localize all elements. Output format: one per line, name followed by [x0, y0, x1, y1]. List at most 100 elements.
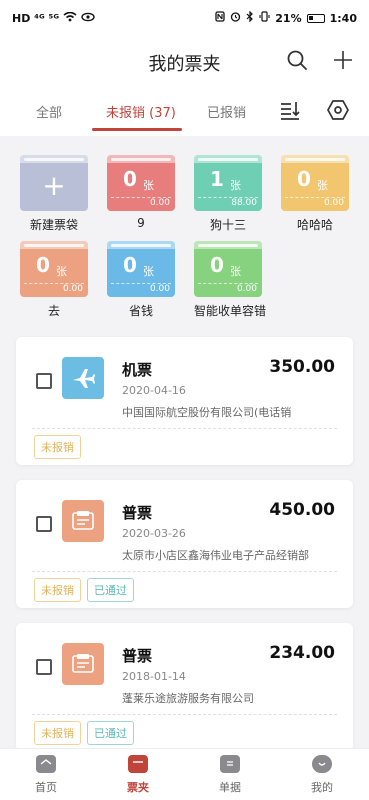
folder-amount: 0.00 [323, 198, 344, 208]
folder-strip-line [111, 158, 171, 161]
card-divider [32, 714, 337, 715]
status-badge-unreported: 未报销 [34, 578, 81, 602]
folder-count: 0 [210, 253, 224, 277]
nav-label: 我的 [311, 781, 333, 794]
ticket-card[interactable]: 机票 350.00 2020-04-16 中国国际航空股份有限公司(电话销 未报… [16, 337, 353, 465]
eye-icon [81, 12, 95, 25]
folder-count: 0 [36, 253, 50, 277]
profile-icon [312, 755, 332, 773]
folder-name: 省钱 [128, 304, 153, 318]
folder-card: 0 张 0.00 [281, 155, 349, 211]
ticket-amount: 234.00 [269, 643, 335, 663]
sort-button[interactable] [276, 98, 304, 126]
folder-name: 哈哈哈 [296, 218, 333, 232]
folder-item[interactable]: 0 张 0.00 去 [20, 241, 88, 319]
sort-icon [279, 99, 301, 125]
airplane-icon [62, 357, 104, 399]
status-badge-unreported: 未报销 [34, 435, 81, 459]
folder-strip-line [198, 244, 258, 247]
invoice-icon [62, 500, 104, 542]
ticket-date: 2020-03-26 [122, 527, 186, 540]
network-label: HD ⁴ᴳ ⁵ᴳ [12, 11, 60, 25]
clock: 1:40 [329, 11, 357, 25]
filter-tabs: 全部 未报销 (37) 已报销 [0, 88, 369, 136]
folder-new[interactable]: + 新建票袋 [20, 155, 88, 233]
folder-amount: 0.00 [62, 284, 83, 294]
battery-percent: 21% [275, 11, 302, 25]
folder-count: 0 [297, 167, 311, 191]
folder-strip-line [24, 244, 84, 247]
ticket-type: 普票 [122, 504, 153, 522]
status-badge-passed: 已通过 [87, 578, 134, 602]
app-header: 我的票夹 [0, 36, 369, 88]
ticket-card[interactable]: 普票 234.00 2018-01-14 蓬莱乐途旅游服务有限公司 未报销 已通… [16, 623, 353, 751]
select-checkbox[interactable] [36, 516, 52, 532]
signal-indicators: HD ⁴ᴳ ⁵ᴳ [12, 11, 95, 25]
search-button[interactable] [283, 48, 311, 76]
status-badges: 未报销 [34, 435, 81, 459]
folder-unit: 张 [56, 265, 67, 278]
folder-amount: 0.00 [149, 198, 170, 208]
folder-strip-line [198, 158, 258, 161]
folder-item[interactable]: 0 张 0.00 9 [107, 155, 175, 230]
card-divider [32, 571, 337, 572]
folder-item[interactable]: 0 张 0.00 省钱 [107, 241, 175, 319]
folder-unit: 张 [230, 179, 241, 192]
folder-card: 1 张 88.00 [194, 155, 262, 211]
folder-amount: 0.00 [236, 284, 257, 294]
nav-ticket-folder[interactable]: 票夹 [108, 755, 168, 795]
folder-unit: 张 [143, 265, 154, 278]
alarm-icon [230, 11, 241, 25]
settings-hex-icon [326, 98, 350, 126]
ticket-date: 2018-01-14 [122, 670, 186, 683]
add-button[interactable] [329, 48, 357, 76]
tab-unreported[interactable]: 未报销 (37) [106, 102, 176, 121]
search-icon [286, 49, 308, 75]
nav-profile[interactable]: 我的 [292, 755, 352, 795]
status-badge-unreported: 未报销 [34, 721, 81, 745]
ticket-card[interactable]: 普票 450.00 2020-03-26 太原市小店区鑫海伟业电子产品经销部 未… [16, 480, 353, 608]
ticket-company: 蓬莱乐途旅游服务有限公司 [122, 692, 254, 705]
folder-name: 智能收单容错 [194, 304, 267, 318]
active-tab-indicator [92, 128, 182, 131]
select-checkbox[interactable] [36, 659, 52, 675]
status-badges: 未报销 已通过 [34, 721, 134, 745]
folder-card: 0 张 0.00 [107, 155, 175, 211]
tab-reported[interactable]: 已报销 [207, 102, 246, 121]
tab-all[interactable]: 全部 [36, 102, 62, 121]
folder-name: 狗十三 [209, 218, 246, 232]
ticket-amount: 350.00 [269, 357, 335, 377]
settings-button[interactable] [324, 98, 352, 126]
folder-card: + [20, 155, 88, 211]
folder-card: 0 张 0.00 [20, 241, 88, 297]
vibrate-icon [259, 11, 270, 25]
folder-item[interactable]: 0 张 0.00 智能收单容错 [194, 241, 267, 319]
folder-unit: 张 [143, 179, 154, 192]
folder-count: 1 [210, 167, 224, 191]
folder-amount: 0.00 [149, 284, 170, 294]
battery-icon [306, 13, 325, 23]
folder-count: 0 [123, 253, 137, 277]
ticket-company: 中国国际航空股份有限公司(电话销 [122, 406, 292, 419]
folder-amount: 88.00 [231, 198, 257, 208]
nav-home[interactable]: 首页 [16, 755, 76, 795]
folder-name: 新建票袋 [29, 218, 78, 232]
folder-card: 0 张 0.00 [194, 241, 262, 297]
ticket-company: 太原市小店区鑫海伟业电子产品经销部 [122, 549, 309, 562]
ticket-amount: 450.00 [269, 500, 335, 520]
folder-name: 去 [47, 304, 60, 318]
wifi-icon [63, 11, 77, 25]
nav-documents[interactable]: 单据 [200, 755, 260, 795]
folder-item[interactable]: 0 张 0.00 哈哈哈 [281, 155, 349, 233]
nfc-icon [215, 11, 225, 25]
nav-label: 单据 [219, 781, 241, 794]
nav-label: 首页 [35, 781, 57, 794]
bluetooth-icon [246, 10, 254, 25]
plus-icon: + [42, 169, 66, 202]
status-bar: HD ⁴ᴳ ⁵ᴳ 21% 1:40 [0, 0, 369, 36]
select-checkbox[interactable] [36, 373, 52, 389]
ticket-type: 普票 [122, 647, 153, 665]
folder-item[interactable]: 1 张 88.00 狗十三 [194, 155, 262, 233]
folder-unit: 张 [230, 265, 241, 278]
status-right: 21% 1:40 [215, 10, 357, 25]
